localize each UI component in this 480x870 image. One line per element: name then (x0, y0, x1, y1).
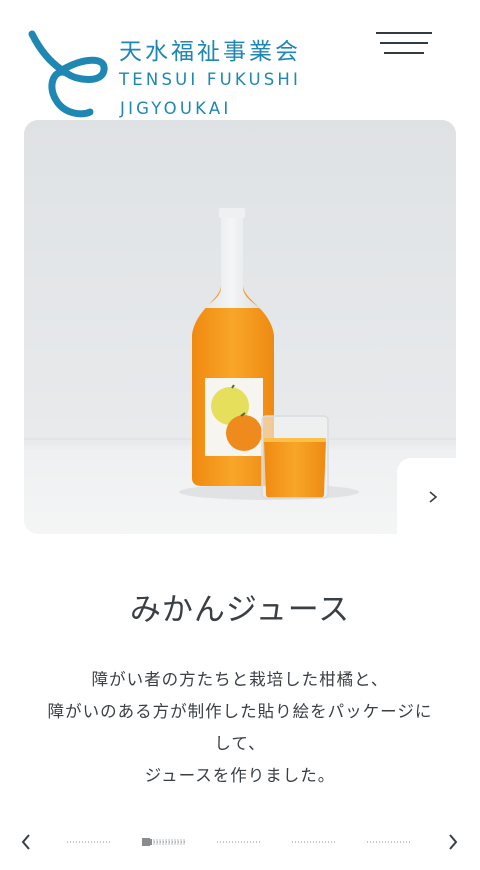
logo-mark-icon (28, 30, 108, 118)
pager-dot-5[interactable] (366, 838, 412, 846)
pager-prev-button[interactable] (14, 830, 38, 854)
chevron-left-icon (21, 834, 30, 850)
hamburger-menu-icon (376, 32, 432, 34)
pager-next-button[interactable] (441, 830, 465, 854)
orange-juice-bottle-and-glass-photo (24, 120, 456, 534)
site-logo[interactable]: 天水福祉事業会 TENSUI FUKUSHI JIGYOUKAI (28, 28, 348, 120)
hamburger-menu-icon-line (380, 42, 428, 44)
pager-dot-3[interactable] (216, 838, 262, 846)
logo-english-name-line2: JIGYOUKAI (120, 99, 232, 118)
description-line: 障がい者の方たちと栽培した柑橘と、 (91, 670, 389, 689)
description-line: して、 (214, 734, 266, 753)
pager-dot-1[interactable] (66, 838, 112, 846)
hamburger-menu-icon-line (384, 52, 424, 54)
hero-next-button[interactable] (418, 482, 448, 512)
hamburger-menu-button[interactable] (376, 30, 432, 56)
logo-japanese-name: 天水福祉事業会 (119, 39, 301, 65)
description-line: ジュースを作りました。 (144, 766, 336, 785)
pager-dot-4[interactable] (291, 838, 337, 846)
product-description: 障がい者の方たちと栽培した柑橘と、 障がいのある方が制作した貼り絵をパッケージに… (30, 664, 450, 792)
pager-dot-2-active[interactable] (141, 838, 187, 846)
product-title: みかんジュース (129, 592, 351, 628)
hero-slide-image (24, 120, 456, 534)
slide-pager (0, 822, 480, 862)
chevron-right-icon (449, 834, 458, 850)
chevron-right-icon (429, 491, 438, 503)
logo-english-name-line1: TENSUI FUKUSHI (119, 70, 302, 89)
description-line: 障がいのある方が制作した貼り絵をパッケージに (47, 702, 433, 721)
